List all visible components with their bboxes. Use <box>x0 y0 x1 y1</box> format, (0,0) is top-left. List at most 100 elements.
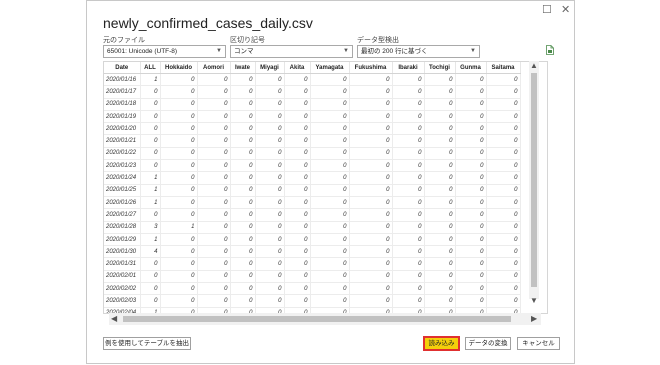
value-cell: 0 <box>455 98 487 111</box>
value-cell: 0 <box>284 282 311 296</box>
column-header: Date <box>104 62 141 74</box>
table-row: 2020/01/18 0 0 0 0 0 0 0 0 0 0 0 0 <box>104 98 521 111</box>
value-cell: 0 <box>230 159 256 173</box>
value-cell: 0 <box>392 208 425 222</box>
column-header: Aomori <box>197 62 231 74</box>
value-cell: 0 <box>230 85 256 99</box>
column-header: Iwate <box>230 62 256 74</box>
value-cell: 0 <box>230 294 256 308</box>
value-cell: 0 <box>255 257 285 271</box>
value-cell: 0 <box>140 122 161 136</box>
value-cell: 0 <box>284 257 311 271</box>
chevron-down-icon: ▼ <box>343 48 349 54</box>
horizontal-scrollbar[interactable]: ◀ ▶ <box>109 313 541 325</box>
value-cell: 0 <box>160 134 198 148</box>
restore-icon[interactable]: ☐ <box>542 4 552 16</box>
value-cell: 0 <box>424 208 456 222</box>
value-cell: 0 <box>455 270 487 284</box>
value-cell: 0 <box>140 282 161 296</box>
value-cell: 0 <box>424 110 456 124</box>
date-cell: 2020/01/23 <box>104 159 141 173</box>
value-cell: 0 <box>160 184 198 197</box>
value-cell: 0 <box>160 147 198 161</box>
cancel-button[interactable]: キャンセル <box>517 337 560 350</box>
value-cell: 0 <box>140 208 161 222</box>
origin-select[interactable]: 65001: Unicode (UTF-8) ▼ <box>103 45 226 58</box>
vertical-scroll-thumb[interactable] <box>531 73 537 287</box>
transform-data-button[interactable]: データの変換 <box>465 337 511 350</box>
value-cell: 0 <box>392 171 425 185</box>
date-cell: 2020/01/26 <box>104 196 141 210</box>
value-cell: 0 <box>284 233 311 247</box>
value-cell: 0 <box>284 270 311 284</box>
date-cell: 2020/01/29 <box>104 233 141 247</box>
value-cell: 0 <box>424 245 456 259</box>
column-header: Saitama <box>486 62 521 74</box>
value-cell: 0 <box>255 270 285 284</box>
scroll-down-icon[interactable]: ▼ <box>530 297 538 305</box>
date-cell: 2020/01/25 <box>104 184 141 197</box>
delimiter-select[interactable]: コンマ ▼ <box>230 45 353 58</box>
value-cell: 0 <box>310 233 350 247</box>
scroll-right-icon[interactable]: ▶ <box>531 315 537 323</box>
table-row: 2020/01/19 0 0 0 0 0 0 0 0 0 0 0 0 <box>104 110 521 124</box>
value-cell: 0 <box>140 98 161 111</box>
value-cell: 0 <box>230 122 256 136</box>
value-cell: 0 <box>349 233 393 247</box>
value-cell: 0 <box>255 282 285 296</box>
value-cell: 0 <box>455 171 487 185</box>
value-cell: 0 <box>255 294 285 308</box>
value-cell: 0 <box>424 196 456 210</box>
value-cell: 0 <box>424 233 456 247</box>
date-cell: 2020/01/28 <box>104 221 141 234</box>
value-cell: 0 <box>424 257 456 271</box>
column-header: ALL <box>140 62 161 74</box>
close-icon[interactable]: ✕ <box>561 4 570 16</box>
value-cell: 0 <box>140 257 161 271</box>
delimiter-value: コンマ <box>234 48 254 55</box>
value-cell: 0 <box>310 98 350 111</box>
table-header-row: Date ALL Hokkaido Aomori Iwate Miyagi Akita Yam… <box>104 62 521 74</box>
document-icon[interactable] <box>546 45 554 55</box>
value-cell: 0 <box>486 122 521 136</box>
value-cell: 0 <box>455 221 487 234</box>
column-header: Yamagata <box>310 62 350 74</box>
value-cell: 0 <box>424 147 456 161</box>
value-cell: 0 <box>349 208 393 222</box>
value-cell: 0 <box>140 159 161 173</box>
value-cell: 0 <box>230 110 256 124</box>
value-cell: 0 <box>284 147 311 161</box>
value-cell: 0 <box>197 221 231 234</box>
detect-select[interactable]: 最初の 200 行に基づく ▼ <box>357 45 480 58</box>
value-cell: 0 <box>392 233 425 247</box>
table-row: 2020/02/03 0 0 0 0 0 0 0 0 0 0 0 0 <box>104 294 521 308</box>
value-cell: 0 <box>455 294 487 308</box>
scroll-left-icon[interactable]: ◀ <box>111 315 117 323</box>
horizontal-scroll-thumb[interactable] <box>123 316 511 322</box>
value-cell: 0 <box>230 196 256 210</box>
value-cell: 0 <box>424 282 456 296</box>
value-cell: 0 <box>486 208 521 222</box>
import-dialog: ☐ ✕ newly_confirmed_cases_daily.csv 元のファ… <box>86 0 575 364</box>
table-row: 2020/01/25 1 0 0 0 0 0 0 0 0 0 0 0 <box>104 184 521 197</box>
value-cell: 0 <box>310 257 350 271</box>
value-cell: 0 <box>455 85 487 99</box>
extract-table-button[interactable]: 例を使用してテーブルを抽出 <box>103 337 191 350</box>
vertical-scrollbar[interactable]: ▲ ▼ <box>529 61 539 305</box>
value-cell: 0 <box>255 98 285 111</box>
load-button[interactable]: 読み込み <box>423 336 460 351</box>
value-cell: 0 <box>230 282 256 296</box>
column-header: Miyagi <box>255 62 285 74</box>
value-cell: 0 <box>392 257 425 271</box>
value-cell: 0 <box>392 159 425 173</box>
value-cell: 0 <box>197 233 231 247</box>
value-cell: 0 <box>310 122 350 136</box>
scroll-up-icon[interactable]: ▲ <box>530 62 538 70</box>
value-cell: 0 <box>284 73 311 87</box>
value-cell: 0 <box>197 245 231 259</box>
value-cell: 0 <box>455 257 487 271</box>
detect-label: データ型検出 <box>357 37 399 44</box>
value-cell: 0 <box>230 257 256 271</box>
date-cell: 2020/01/18 <box>104 98 141 111</box>
value-cell: 0 <box>455 147 487 161</box>
